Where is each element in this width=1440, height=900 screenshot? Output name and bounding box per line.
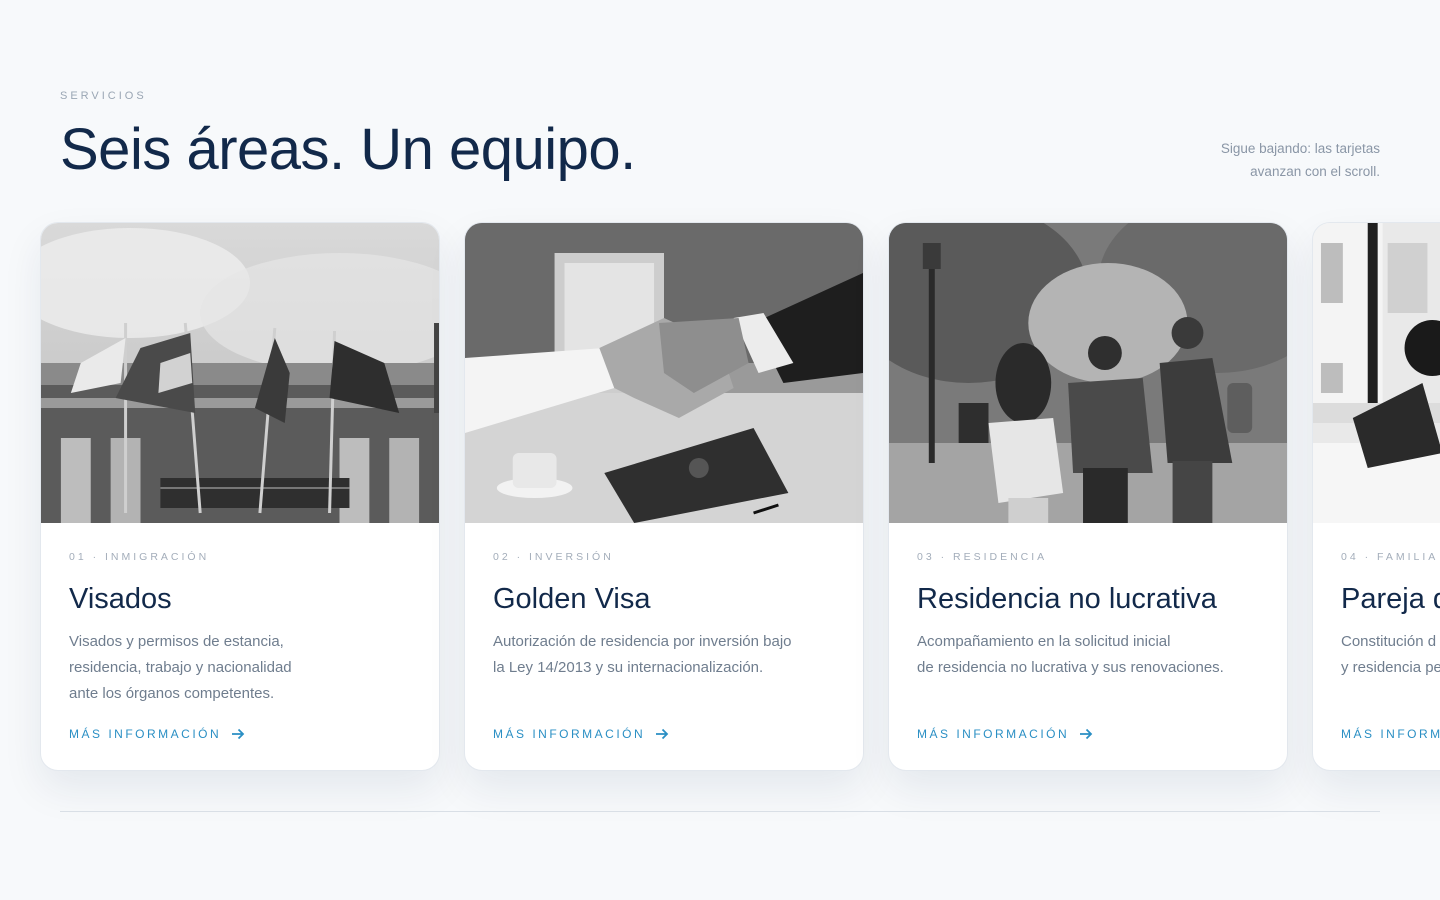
card-title: Golden Visa <box>493 583 651 615</box>
service-card-familia[interactable]: 04 · FAMILIA Pareja d Constitución d y r… <box>1312 222 1440 771</box>
card-title: Pareja d <box>1341 583 1440 615</box>
more-info-label: MÁS INFORMACIÓN <box>917 727 1070 741</box>
service-card-residencia[interactable]: 03 · RESIDENCIA Residencia no lucrativa … <box>888 222 1288 771</box>
woman-writing-photo <box>1313 223 1440 523</box>
service-card-golden-visa[interactable]: 02 · INVERSIÓN Golden Visa Autorización … <box>464 222 864 771</box>
handshake-photo <box>465 223 863 523</box>
card-kicker: 04 · FAMILIA <box>1341 551 1439 563</box>
section-title: Seis áreas. Un equipo. <box>60 117 636 182</box>
more-info-link[interactable]: MÁS INFORMA <box>1341 727 1440 741</box>
card-kicker: 03 · RESIDENCIA <box>917 551 1048 563</box>
card-kicker: 01 · INMIGRACIÓN <box>69 551 210 563</box>
section-eyebrow: SERVICIOS <box>60 90 147 102</box>
more-info-label: MÁS INFORMA <box>1341 727 1440 741</box>
flags-building-photo <box>41 223 439 523</box>
more-info-link[interactable]: MÁS INFORMACIÓN <box>69 727 245 741</box>
cards-track[interactable]: 01 · INMIGRACIÓN Visados Visados y permi… <box>40 222 1440 771</box>
more-info-label: MÁS INFORMACIÓN <box>69 727 222 741</box>
card-kicker: 02 · INVERSIÓN <box>493 551 614 563</box>
arrow-right-icon <box>656 728 669 740</box>
more-info-label: MÁS INFORMACIÓN <box>493 727 646 741</box>
card-title: Residencia no lucrativa <box>917 583 1217 615</box>
card-description: Constitución d y residencia pe <box>1341 633 1440 676</box>
arrow-right-icon <box>232 728 245 740</box>
more-info-link[interactable]: MÁS INFORMACIÓN <box>917 727 1093 741</box>
section-divider <box>60 811 1380 812</box>
card-title: Visados <box>69 583 172 615</box>
service-card-visados[interactable]: 01 · INMIGRACIÓN Visados Visados y permi… <box>40 222 440 771</box>
arrow-right-icon <box>1080 728 1093 740</box>
card-description: Acompañamiento en la solicitud inicial d… <box>917 633 1224 676</box>
scroll-hint: Sigue bajando: las tarjetas avanzan con … <box>1220 141 1380 179</box>
card-description: Autorización de residencia por inversión… <box>493 633 792 676</box>
students-park-photo <box>889 223 1287 523</box>
card-description: Visados y permisos de estancia, residenc… <box>69 633 292 702</box>
services-section: SERVICIOS Seis áreas. Un equipo. Sigue b… <box>0 0 1440 900</box>
more-info-link[interactable]: MÁS INFORMACIÓN <box>493 727 669 741</box>
